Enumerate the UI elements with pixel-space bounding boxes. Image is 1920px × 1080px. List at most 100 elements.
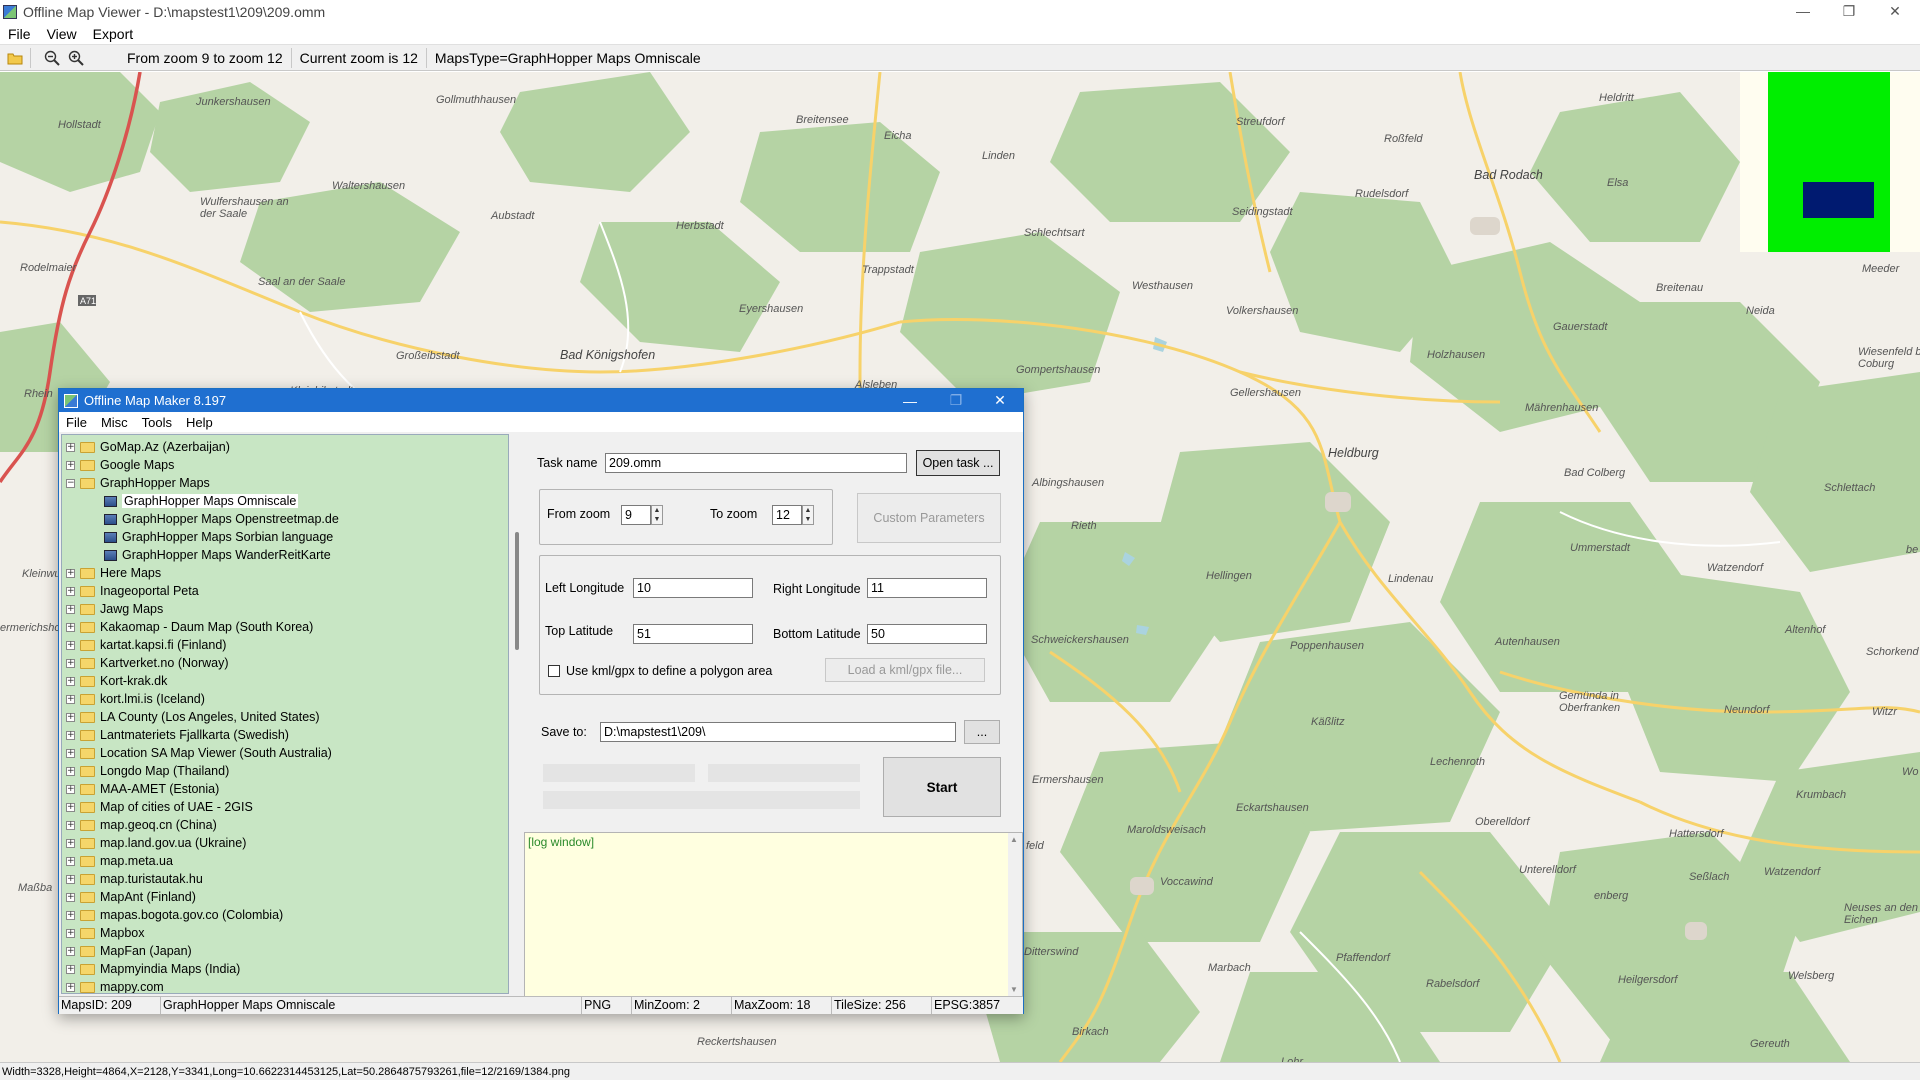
expand-icon[interactable]: + [66, 604, 75, 614]
tree-folder-item[interactable]: − GraphHopper Maps [66, 474, 210, 492]
bottom-latitude-input[interactable]: 50 [867, 624, 987, 644]
expand-icon[interactable]: + [66, 784, 75, 794]
custom-parameters-button[interactable]: Custom Parameters [857, 493, 1001, 543]
tree-folder-item[interactable]: + Location SA Map Viewer (South Australia… [66, 744, 332, 762]
tree-folder-item[interactable]: + kartat.kapsi.fi (Finland) [66, 636, 226, 654]
maximize-button[interactable]: ❐ [1826, 0, 1872, 22]
tree-folder-item[interactable]: + MapAnt (Finland) [66, 888, 196, 906]
expand-icon[interactable]: + [66, 910, 75, 920]
tree-folder-item[interactable]: + Google Maps [66, 456, 174, 474]
tree-folder-item[interactable]: + map.meta.ua [66, 852, 173, 870]
load-kml-button[interactable]: Load a kml/gpx file... [825, 658, 985, 682]
right-longitude-input[interactable]: 11 [867, 578, 987, 598]
save-to-input[interactable]: D:\mapstest1\209\ [600, 722, 956, 742]
expand-icon[interactable]: + [66, 694, 75, 704]
expand-icon[interactable]: + [66, 982, 75, 992]
tree-folder-item[interactable]: + kort.lmi.is (Iceland) [66, 690, 205, 708]
browse-button[interactable]: ... [964, 720, 1000, 744]
to-zoom-input[interactable]: 12 [772, 505, 802, 525]
open-task-button[interactable]: Open task ... [916, 450, 1000, 476]
overview-minimap[interactable] [1740, 72, 1920, 252]
expand-icon[interactable]: + [66, 766, 75, 776]
tree-map-item[interactable]: GraphHopper Maps Openstreetmap.de [104, 510, 339, 528]
expand-icon[interactable]: + [66, 802, 75, 812]
stepper-down-icon[interactable]: ▼ [652, 515, 662, 524]
tree-folder-item[interactable]: + GoMap.Az (Azerbaijan) [66, 438, 230, 456]
menu-export[interactable]: Export [85, 26, 141, 42]
collapse-icon[interactable]: − [66, 478, 75, 488]
expand-icon[interactable]: + [66, 856, 75, 866]
stepper-up-icon[interactable]: ▲ [803, 506, 813, 515]
overview-viewport-indicator[interactable] [1803, 182, 1874, 218]
tree-folder-item[interactable]: + Mapbox [66, 924, 144, 942]
open-folder-icon[interactable] [6, 49, 24, 67]
expand-icon[interactable]: + [66, 442, 75, 452]
dialog-minimize-button[interactable]: — [887, 389, 933, 412]
expand-icon[interactable]: + [66, 460, 75, 470]
menu-view[interactable]: View [39, 26, 85, 42]
tree-folder-item[interactable]: + Kartverket.no (Norway) [66, 654, 229, 672]
expand-icon[interactable]: + [66, 622, 75, 632]
kml-checkbox[interactable] [548, 665, 560, 677]
expand-icon[interactable]: + [66, 964, 75, 974]
tree-folder-item[interactable]: + map.turistautak.hu [66, 870, 203, 888]
from-zoom-input[interactable]: 9 [621, 505, 651, 525]
top-latitude-input[interactable]: 51 [633, 624, 753, 644]
scroll-up-icon[interactable]: ▲ [1010, 835, 1018, 844]
expand-icon[interactable]: + [66, 676, 75, 686]
log-scrollbar[interactable]: ▲ ▼ [1008, 833, 1022, 996]
log-window[interactable]: [log window] ▲ ▼ [524, 832, 1023, 997]
expand-icon[interactable]: + [66, 892, 75, 902]
tree-folder-item[interactable]: + Kort-krak.dk [66, 672, 167, 690]
tree-map-item[interactable]: GraphHopper Maps Sorbian language [104, 528, 333, 546]
tree-folder-item[interactable]: + MapFan (Japan) [66, 942, 192, 960]
to-zoom-stepper[interactable]: ▲ ▼ [802, 505, 814, 525]
dialog-menu-misc[interactable]: Misc [94, 415, 135, 430]
tree-folder-item[interactable]: + MAA-AMET (Estonia) [66, 780, 219, 798]
expand-icon[interactable]: + [66, 640, 75, 650]
close-button[interactable]: ✕ [1872, 0, 1918, 22]
dialog-maximize-button[interactable]: ❐ [933, 389, 979, 412]
expand-icon[interactable]: + [66, 748, 75, 758]
tree-folder-item[interactable]: + map.geoq.cn (China) [66, 816, 217, 834]
dialog-menu-file[interactable]: File [59, 415, 94, 430]
expand-icon[interactable]: + [66, 928, 75, 938]
zoom-out-icon[interactable] [43, 49, 61, 67]
tree-folder-item[interactable]: + Longdo Map (Thailand) [66, 762, 229, 780]
minimize-button[interactable]: — [1780, 0, 1826, 22]
zoom-in-icon[interactable] [67, 49, 85, 67]
tree-folder-item[interactable]: + Map of cities of UAE - 2GIS [66, 798, 253, 816]
map-source-tree[interactable]: + GoMap.Az (Azerbaijan) + Google Maps − Graph… [61, 434, 509, 994]
expand-icon[interactable]: + [66, 946, 75, 956]
expand-icon[interactable]: + [66, 568, 75, 578]
start-button[interactable]: Start [883, 757, 1001, 817]
tree-map-item[interactable]: GraphHopper Maps WanderReitKarte [104, 546, 331, 564]
expand-icon[interactable]: + [66, 730, 75, 740]
scroll-down-icon[interactable]: ▼ [1010, 985, 1018, 994]
tree-folder-item[interactable]: + Lantmateriets Fjallkarta (Swedish) [66, 726, 289, 744]
menu-file[interactable]: File [0, 26, 39, 42]
tree-map-item[interactable]: GraphHopper Maps Omniscale [104, 492, 299, 510]
tree-folder-item[interactable]: + Mapmyindia Maps (India) [66, 960, 240, 978]
from-zoom-stepper[interactable]: ▲ ▼ [651, 505, 663, 525]
expand-icon[interactable]: + [66, 838, 75, 848]
expand-icon[interactable]: + [66, 874, 75, 884]
tree-folder-item[interactable]: + Here Maps [66, 564, 161, 582]
expand-icon[interactable]: + [66, 820, 75, 830]
tree-folder-item[interactable]: + mappy.com [66, 978, 164, 993]
tree-folder-item[interactable]: + LA County (Los Angeles, United States) [66, 708, 320, 726]
dialog-menu-help[interactable]: Help [179, 415, 220, 430]
expand-icon[interactable]: + [66, 712, 75, 722]
stepper-down-icon[interactable]: ▼ [803, 515, 813, 524]
tree-scrollbar[interactable] [511, 434, 525, 994]
tree-folder-item[interactable]: + Kakaomap - Daum Map (South Korea) [66, 618, 313, 636]
tree-folder-item[interactable]: + mapas.bogota.gov.co (Colombia) [66, 906, 283, 924]
task-name-input[interactable]: 209.omm [605, 453, 907, 473]
dialog-menu-tools[interactable]: Tools [135, 415, 179, 430]
expand-icon[interactable]: + [66, 586, 75, 596]
tree-folder-item[interactable]: + Inageoportal Peta [66, 582, 199, 600]
left-longitude-input[interactable]: 10 [633, 578, 753, 598]
tree-folder-item[interactable]: + map.land.gov.ua (Ukraine) [66, 834, 246, 852]
expand-icon[interactable]: + [66, 658, 75, 668]
stepper-up-icon[interactable]: ▲ [652, 506, 662, 515]
